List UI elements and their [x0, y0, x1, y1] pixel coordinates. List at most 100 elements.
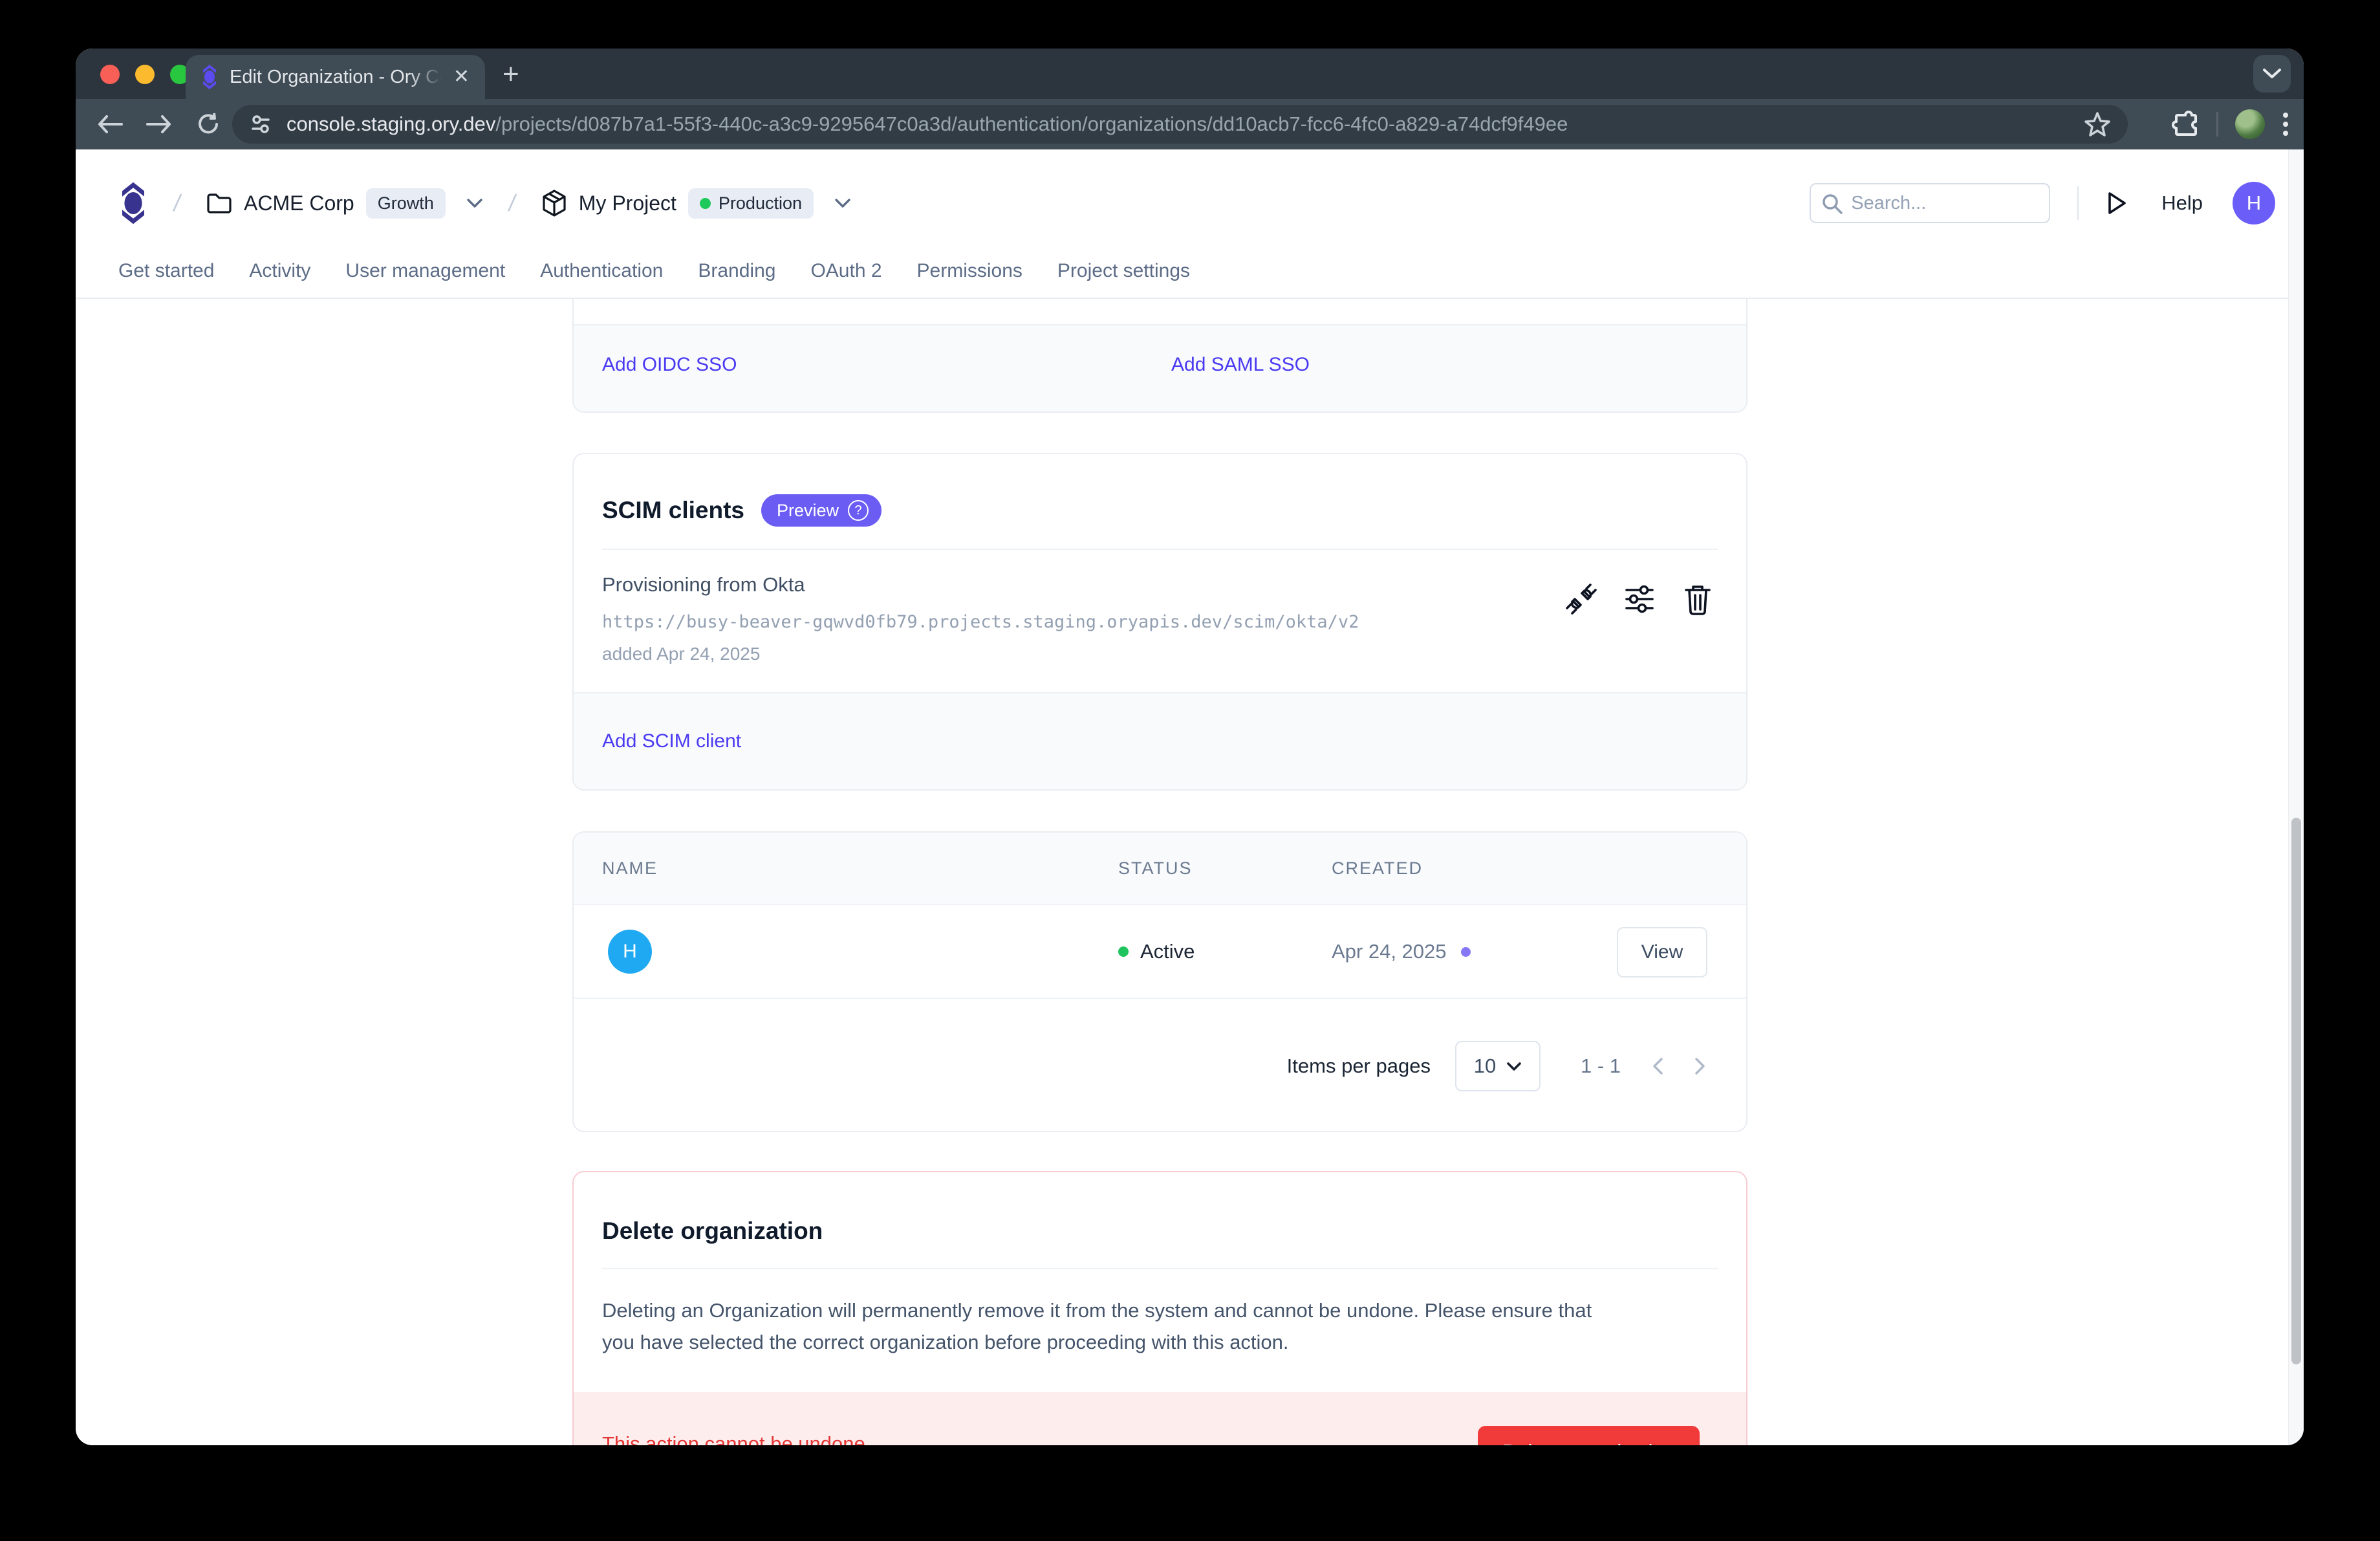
- scim-client-name: Provisioning from Okta: [602, 573, 1718, 596]
- desktop-background: Edit Organization - Ory Conso ✕ +: [0, 0, 2380, 1541]
- address-bar[interactable]: console.staging.ory.dev/projects/d087b7a…: [232, 105, 2128, 144]
- run-playground-icon[interactable]: [2106, 191, 2128, 215]
- browser-tab-strip: Edit Organization - Ory Conso ✕ +: [76, 49, 2304, 99]
- site-settings-icon[interactable]: [249, 113, 272, 136]
- nav-authentication[interactable]: Authentication: [540, 260, 663, 282]
- macos-traffic-lights: [100, 65, 189, 84]
- scim-clients-card: SCIM clients Preview ? Provisioning from…: [572, 453, 1747, 791]
- browser-profile-avatar[interactable]: [2235, 109, 2265, 139]
- test-connection-button[interactable]: [1563, 581, 1599, 617]
- plug-off-icon: [1564, 582, 1598, 616]
- table-pagination: Items per pages 10 1 - 1: [574, 998, 1746, 1132]
- tab-search-button[interactable]: [2253, 55, 2291, 93]
- danger-card-header: Delete organization: [574, 1172, 1746, 1245]
- breadcrumb-separator: /: [506, 190, 517, 217]
- folder-icon: [206, 192, 232, 214]
- column-header-created: CREATED: [1332, 858, 1423, 879]
- nav-permissions[interactable]: Permissions: [917, 260, 1022, 282]
- bookmark-star-icon[interactable]: [2084, 111, 2111, 137]
- nav-project-settings[interactable]: Project settings: [1057, 260, 1190, 282]
- previous-page-button[interactable]: [1652, 1057, 1663, 1075]
- table-header: NAME STATUS CREATED: [574, 833, 1746, 904]
- delete-scim-client-button[interactable]: [1680, 581, 1716, 617]
- scim-card-header: SCIM clients Preview ?: [574, 454, 1746, 527]
- browser-toolbar: console.staging.ory.dev/projects/d087b7a…: [76, 99, 2304, 149]
- url-path: /projects/d087b7a1-55f3-440c-a3c9-929564…: [495, 113, 1568, 135]
- forward-button[interactable]: [144, 109, 174, 139]
- back-arrow-icon: [97, 114, 123, 135]
- help-link[interactable]: Help: [2161, 191, 2203, 215]
- sso-card: Add OIDC SSO Add SAML SSO: [572, 299, 1747, 413]
- workspace-name: ACME Corp: [244, 191, 354, 215]
- items-per-page-select[interactable]: 10: [1455, 1041, 1541, 1091]
- workspace-switcher[interactable]: ACME Corp Growth: [206, 188, 483, 219]
- danger-card-title: Delete organization: [602, 1218, 823, 1244]
- project-switcher[interactable]: My Project Production: [541, 188, 851, 219]
- organization-content: Add OIDC SSO Add SAML SSO SCIM clients P…: [572, 299, 1747, 1445]
- chevron-down-icon: [834, 198, 851, 208]
- extensions-puzzle-icon[interactable]: [2171, 110, 2200, 138]
- nav-user-management[interactable]: User management: [345, 260, 505, 282]
- project-nav: Get started Activity User management Aut…: [76, 245, 1190, 297]
- preview-badge[interactable]: Preview ?: [761, 494, 882, 527]
- breadcrumb: / ACME Corp Growth /: [76, 166, 2304, 240]
- page-scrollbar-track[interactable]: [2288, 149, 2304, 1445]
- project-name: My Project: [579, 191, 676, 215]
- workspace-plan-badge: Growth: [366, 188, 446, 219]
- chevron-right-icon: [1694, 1057, 1706, 1075]
- search-icon: [1821, 193, 1843, 215]
- next-page-button[interactable]: [1694, 1057, 1706, 1075]
- environment-status-dot: [700, 198, 711, 209]
- browser-window: Edit Organization - Ory Conso ✕ +: [76, 49, 2304, 1445]
- browser-menu-kebab-icon[interactable]: [2282, 110, 2289, 138]
- url-host: console.staging.ory.dev: [287, 113, 495, 135]
- minimize-window-button[interactable]: [135, 65, 155, 84]
- reload-button[interactable]: [193, 109, 223, 139]
- package-icon: [541, 190, 567, 217]
- danger-card-footer: This action cannot be undone. Delete org…: [574, 1392, 1746, 1445]
- items-per-page-label: Items per pages: [1287, 1055, 1431, 1078]
- browser-tab[interactable]: Edit Organization - Ory Conso ✕: [186, 55, 485, 99]
- chevron-left-icon: [1652, 1057, 1663, 1075]
- page-scrollbar-thumb[interactable]: [2291, 818, 2301, 1364]
- add-saml-sso-link[interactable]: Add SAML SSO: [1171, 354, 1310, 376]
- nav-activity[interactable]: Activity: [249, 260, 310, 282]
- column-header-status: STATUS: [1118, 858, 1193, 879]
- nav-oauth2[interactable]: OAuth 2: [810, 260, 882, 282]
- toolbar-right-cluster: [2171, 99, 2304, 149]
- scim-client-actions: [1563, 581, 1716, 617]
- add-scim-client-link[interactable]: Add SCIM client: [602, 730, 741, 752]
- nav-branding[interactable]: Branding: [698, 260, 775, 282]
- tab-title: Edit Organization - Ory Conso: [230, 67, 442, 88]
- status-cell: Active: [1118, 940, 1195, 963]
- delete-organization-button[interactable]: Delete organization: [1478, 1426, 1700, 1445]
- view-button[interactable]: View: [1617, 927, 1707, 978]
- forward-arrow-icon: [146, 114, 172, 135]
- nav-get-started[interactable]: Get started: [118, 260, 214, 282]
- organization-table-card: NAME STATUS CREATED H Active Apr 24, 202…: [572, 831, 1747, 1132]
- ory-logo[interactable]: [118, 181, 148, 225]
- scim-client-url: https://busy-beaver-gqwvd0fb79.projects.…: [602, 612, 1718, 632]
- scim-card-footer: Add SCIM client: [574, 692, 1746, 789]
- created-indicator-dot: [1461, 947, 1471, 957]
- search-input[interactable]: [1810, 183, 2050, 223]
- organization-avatar: H: [608, 930, 652, 974]
- back-button[interactable]: [95, 109, 125, 139]
- tab-close-icon[interactable]: ✕: [453, 67, 470, 87]
- status-dot: [1118, 946, 1129, 957]
- sso-card-footer: Add OIDC SSO Add SAML SSO: [574, 325, 1746, 411]
- close-window-button[interactable]: [100, 65, 120, 84]
- user-avatar[interactable]: H: [2233, 182, 2275, 224]
- new-tab-button[interactable]: +: [503, 60, 519, 89]
- help-circle-icon[interactable]: ?: [848, 500, 869, 521]
- preview-badge-label: Preview: [777, 501, 839, 521]
- configure-mappings-button[interactable]: [1621, 581, 1658, 617]
- toolbar-divider: [2216, 112, 2218, 137]
- table-row: H Active Apr 24, 2025 View: [574, 904, 1746, 998]
- header-divider: [2077, 186, 2079, 220]
- add-oidc-sso-link[interactable]: Add OIDC SSO: [602, 354, 737, 376]
- project-environment-badge: Production: [688, 188, 814, 219]
- url-text: console.staging.ory.dev/projects/d087b7a…: [287, 113, 2084, 136]
- page-range: 1 - 1: [1581, 1055, 1621, 1078]
- column-header-name: NAME: [602, 858, 658, 879]
